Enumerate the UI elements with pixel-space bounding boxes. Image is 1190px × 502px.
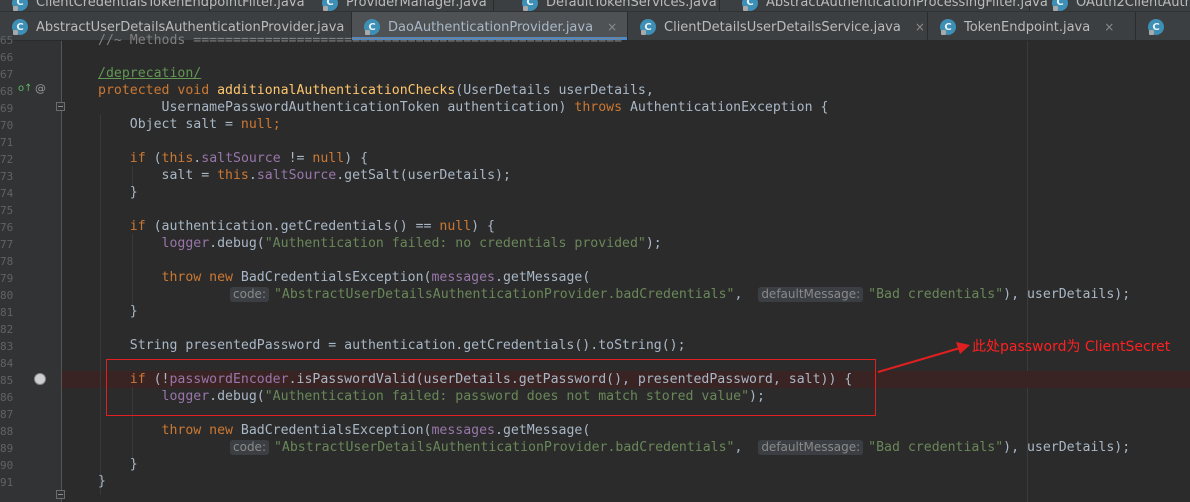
line-number: 88 <box>0 425 14 438</box>
parameter-hint: defaultMessage: <box>758 440 864 455</box>
close-icon[interactable]: × <box>915 20 925 34</box>
highlight-box <box>106 359 876 416</box>
line-number: 72 <box>0 153 14 166</box>
code-line-79: throw new BadCredentialsException(messag… <box>98 270 591 285</box>
annotation-arrow-icon <box>877 342 970 373</box>
line-number: 82 <box>0 323 14 336</box>
code-line-68: protected void additionalAuthenticationC… <box>98 83 654 98</box>
tab-label: TokenEndpoint.java <box>964 19 1091 35</box>
tab-token-endpoint[interactable]: C TokenEndpoint.java × <box>928 12 1136 40</box>
code-line-70: Object salt = null; <box>98 117 281 132</box>
tab-label: ProviderManager.java <box>346 0 487 10</box>
code-line-69: UsernamePasswordAuthenticationToken auth… <box>98 100 829 115</box>
line-number: 91 <box>0 476 14 489</box>
line-number: 90 <box>0 459 14 472</box>
override-method-icon[interactable]: o↑ <box>18 83 33 94</box>
tab-provider-manager[interactable]: C ProviderManager.java <box>310 0 494 11</box>
code-line-72: if (this.saltSource != null) { <box>98 151 369 166</box>
line-number: 68 <box>0 85 14 98</box>
annotation-text: 此处password为 ClientSecret <box>972 339 1171 355</box>
java-class-icon: C <box>1052 0 1068 11</box>
code-line-77: logger.debug("Authentication failed: no … <box>98 236 662 251</box>
close-icon[interactable]: × <box>1104 20 1114 34</box>
line-number: 74 <box>0 187 14 200</box>
tab-label: ClientCredentialsTokenEndpointFilter.jav… <box>36 0 305 10</box>
java-class-icon: C <box>1148 19 1164 35</box>
tab-client-details-user-details-service[interactable]: C ClientDetailsUserDetailsService.java × <box>628 12 928 40</box>
fold-marker-icon[interactable] <box>56 490 65 499</box>
tab-label: AbstractAuthenticationProcessingFilter.j… <box>766 0 1048 10</box>
line-number: 78 <box>0 255 14 268</box>
line-number: 76 <box>0 221 14 234</box>
tab-label: OAuth2ClientAuther <box>1076 0 1190 10</box>
code-line-65: //~ Methods ============================… <box>98 33 623 48</box>
code-line-67: /deprecation/ <box>98 66 202 81</box>
tab-default-token-services[interactable]: C DefaultTokenServices.java <box>510 0 720 11</box>
fold-marker-icon[interactable] <box>56 102 65 111</box>
code-line-80: code: "AbstractUserDetailsAuthenticationP… <box>230 286 1130 303</box>
tab-oauth2-client-authentication[interactable]: C OAuth2ClientAuther <box>1040 0 1190 11</box>
code-line-91: } <box>98 474 106 489</box>
code-line-73: salt = this.saltSource.getSalt(userDetai… <box>98 168 511 183</box>
java-class-icon: C <box>742 0 758 11</box>
java-class-icon: C <box>12 19 28 35</box>
code-line-89: code: "AbstractUserDetailsAuthenticationP… <box>230 439 1130 456</box>
line-number: 89 <box>0 442 14 455</box>
tab-label: ClientDetailsUserDetailsService.java <box>664 19 901 35</box>
code-line-76: if (authentication.getCredentials() == n… <box>98 219 495 234</box>
breakpoint-disabled-icon[interactable] <box>34 373 46 385</box>
line-number: 81 <box>0 306 14 319</box>
java-class-icon: C <box>522 0 538 11</box>
code-line-88: throw new BadCredentialsException(messag… <box>98 423 591 438</box>
line-number: 86 <box>0 391 14 404</box>
code-line-90: } <box>98 457 138 472</box>
line-number: 69 <box>0 102 14 115</box>
java-class-icon: C <box>940 19 956 35</box>
tab-abstract-authentication-processing-filter[interactable]: C AbstractAuthenticationProcessingFilter… <box>730 0 1048 11</box>
line-number: 85 <box>0 374 14 387</box>
line-number: 71 <box>0 136 14 149</box>
java-class-icon: C <box>322 0 338 11</box>
line-number: 84 <box>0 357 14 370</box>
line-number: 87 <box>0 408 14 421</box>
line-number: 65 <box>0 34 14 47</box>
line-number: 66 <box>0 51 14 64</box>
line-number: 79 <box>0 272 14 285</box>
line-number: 80 <box>0 289 14 302</box>
line-number: 83 <box>0 340 14 353</box>
tab-client-credentials-token-endpoint-filter[interactable]: C ClientCredentialsTokenEndpointFilter.j… <box>0 0 305 11</box>
editor-tab-bar-top: C ClientCredentialsTokenEndpointFilter.j… <box>0 0 1190 12</box>
tab-label: DefaultTokenServices.java <box>546 0 717 10</box>
tab-overflow[interactable]: C <box>1136 12 1190 40</box>
line-number: 77 <box>0 238 14 251</box>
parameter-hint: code: <box>230 440 269 455</box>
line-number: 73 <box>0 170 14 183</box>
line-number: 70 <box>0 119 14 132</box>
parameter-hint: code: <box>230 287 269 302</box>
parameter-hint: defaultMessage: <box>758 287 864 302</box>
java-class-icon: C <box>12 0 28 11</box>
code-line-74: } <box>98 185 138 200</box>
code-line-81: } <box>98 304 138 319</box>
java-class-icon: C <box>640 19 656 35</box>
line-number: 75 <box>0 204 14 217</box>
annotation-icon[interactable]: @ <box>35 82 46 95</box>
right-margin-guide <box>1027 41 1028 502</box>
line-number: 67 <box>0 68 14 81</box>
code-line-83: String presentedPassword = authenticatio… <box>98 338 686 353</box>
